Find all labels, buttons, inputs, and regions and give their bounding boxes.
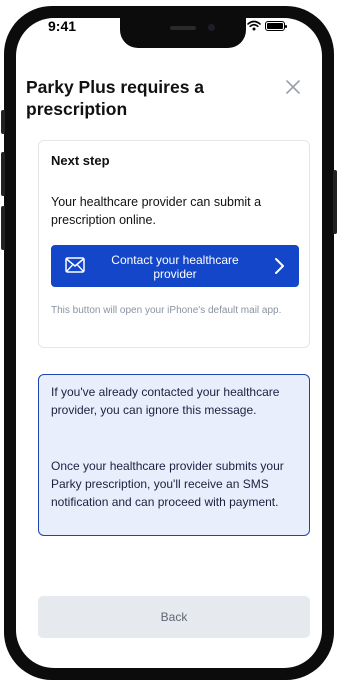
home-indicator <box>120 668 220 672</box>
contact-provider-button[interactable]: Contact your healthcare provider <box>51 245 299 287</box>
info-box: If you've already contacted your healthc… <box>38 374 310 536</box>
volume-down-button <box>1 206 5 250</box>
close-button[interactable] <box>282 76 304 98</box>
close-icon <box>286 80 300 94</box>
next-step-description: Your healthcare provider can submit a pr… <box>51 195 262 227</box>
volume-up-button <box>1 152 5 196</box>
front-camera <box>208 24 215 31</box>
power-button <box>333 170 337 234</box>
page-title: Parky Plus requires a prescription <box>26 77 205 119</box>
next-step-heading: Next step <box>51 153 110 168</box>
mail-icon <box>65 257 85 273</box>
wifi-icon <box>247 20 261 31</box>
speaker <box>170 26 196 30</box>
next-step-card: Next step Your healthcare provider can s… <box>38 140 310 348</box>
back-button[interactable]: Back <box>38 596 310 638</box>
contact-provider-label: Contact your healthcare provider <box>111 253 239 281</box>
status-time: 9:41 <box>48 18 77 34</box>
chevron-right-icon <box>275 258 284 274</box>
mute-switch <box>1 110 5 134</box>
info-paragraph-1: If you've already contacted your healthc… <box>51 385 280 417</box>
battery-icon <box>265 21 287 31</box>
info-paragraph-2: Once your healthcare provider submits yo… <box>51 459 284 509</box>
notch <box>120 18 246 48</box>
mail-app-note: This button will open your iPhone's defa… <box>51 305 282 316</box>
